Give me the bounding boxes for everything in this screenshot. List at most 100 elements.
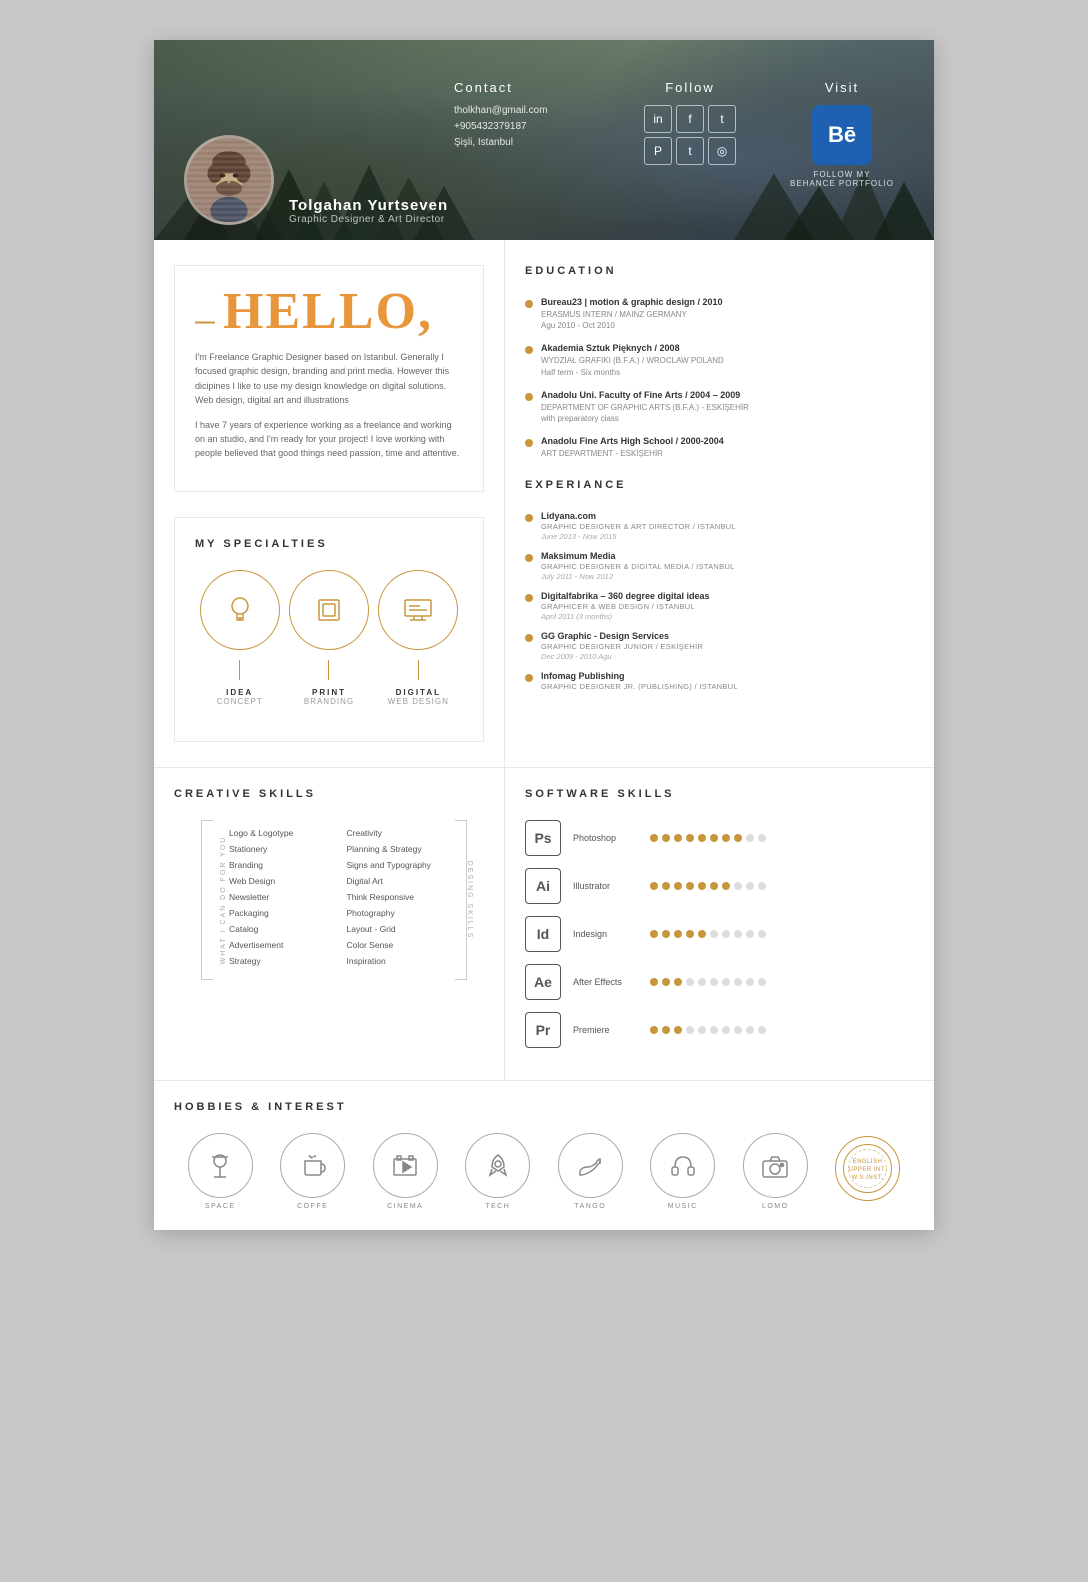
sw-name: Premiere bbox=[573, 1025, 638, 1035]
dot-empty bbox=[686, 978, 694, 986]
pinterest-icon[interactable]: P bbox=[644, 137, 672, 165]
digital-sublabel: WEB DESIGN bbox=[378, 697, 458, 706]
hobby-item: LOMO bbox=[743, 1133, 808, 1210]
digital-label: DIGITAL bbox=[378, 688, 458, 697]
dot-filled bbox=[674, 834, 682, 842]
software-item: Pr Premiere bbox=[525, 1012, 914, 1048]
dot-empty bbox=[746, 834, 754, 842]
sw-icon: Ae bbox=[525, 964, 561, 1000]
experience-item: Infomag Publishing GRAPHIC DESIGNER JR. … bbox=[525, 671, 914, 692]
edu-dot bbox=[525, 300, 533, 308]
facebook-icon[interactable]: f bbox=[676, 105, 704, 133]
hobby-label: SPACE bbox=[188, 1203, 253, 1210]
skill-item: Newsletter bbox=[224, 892, 327, 902]
coffe-icon bbox=[280, 1133, 345, 1198]
experience-item: Maksimum Media GRAPHIC DESIGNER & DIGITA… bbox=[525, 551, 914, 581]
hello-heading: HELLO, bbox=[223, 286, 433, 338]
dot-empty bbox=[758, 978, 766, 986]
dot-filled bbox=[674, 930, 682, 938]
dot-empty bbox=[734, 1026, 742, 1034]
print-circle bbox=[289, 570, 369, 650]
english-circle: ENGLISH UPPER INT. W.S.INST. bbox=[835, 1136, 900, 1201]
cinema-icon bbox=[373, 1133, 438, 1198]
dot-empty bbox=[746, 978, 754, 986]
idea-label: IDEA bbox=[200, 688, 280, 697]
software-skills-section: SOFTWARE SKILLS Ps Photoshop Ai Illustra… bbox=[505, 768, 934, 1080]
digital-circle bbox=[378, 570, 458, 650]
sw-name: Illustrator bbox=[573, 881, 638, 891]
left-column: — HELLO, I'm Freelance Graphic Designer … bbox=[154, 240, 505, 767]
skill-item: Planning & Strategy bbox=[342, 844, 445, 854]
dot-filled bbox=[710, 834, 718, 842]
education-item: Akademia Sztuk Pięknych / 2008 WYDZIAŁ G… bbox=[525, 343, 914, 377]
exp-company: Maksimum Media bbox=[541, 551, 735, 561]
skill-item: Photography bbox=[342, 908, 445, 918]
linkedin-icon[interactable]: in bbox=[644, 105, 672, 133]
edu-date: Agu 2010 - Oct 2010 bbox=[541, 320, 723, 331]
exp-company: Lidyana.com bbox=[541, 511, 736, 521]
dot-empty bbox=[758, 1026, 766, 1034]
software-skills-title: SOFTWARE SKILLS bbox=[525, 788, 914, 800]
contact-email[interactable]: tholkhan@gmail.com bbox=[454, 105, 548, 116]
sw-icon: Ps bbox=[525, 820, 561, 856]
contact-address: Şişli, Istanbul bbox=[454, 137, 548, 148]
dot-filled bbox=[650, 978, 658, 986]
creative-skills-col1: Logo & LogotypeStationeryBrandingWeb Des… bbox=[224, 828, 327, 972]
dot-empty bbox=[698, 978, 706, 986]
instagram-icon[interactable]: ◎ bbox=[708, 137, 736, 165]
dot-empty bbox=[734, 882, 742, 890]
exp-dot bbox=[525, 634, 533, 642]
hobby-label: CINEMA bbox=[373, 1203, 438, 1210]
hello-paragraph2: I have 7 years of experience working as … bbox=[195, 418, 463, 461]
dot-empty bbox=[722, 978, 730, 986]
education-item: Bureau23 | motion & graphic design / 201… bbox=[525, 297, 914, 331]
exp-date: April 2011 (3 months) bbox=[541, 612, 710, 621]
education-item: Anadolu Uni. Faculty of Fine Arts / 2004… bbox=[525, 390, 914, 424]
edu-dot bbox=[525, 439, 533, 447]
print-label: PRINT bbox=[289, 688, 369, 697]
education-list: Bureau23 | motion & graphic design / 201… bbox=[525, 297, 914, 459]
dot-filled bbox=[722, 834, 730, 842]
software-item: Ae After Effects bbox=[525, 964, 914, 1000]
creative-skills-section: CREATIVE SKILLS WHAT I CAN DO FOR YOU Lo… bbox=[154, 768, 505, 1080]
hello-paragraph1: I'm Freelance Graphic Designer based on … bbox=[195, 350, 463, 408]
experience-title: EXPERIANCE bbox=[525, 479, 914, 491]
exp-role: GRAPHIC DESIGNER & ART DIRECTOR / ISTANB… bbox=[541, 522, 736, 531]
lomo-icon bbox=[743, 1133, 808, 1198]
follow-section: Follow in f t P t ◎ bbox=[644, 80, 736, 165]
dot-filled bbox=[650, 930, 658, 938]
specialties-icons-row: IDEA CONCEPT PRINT BRANDING bbox=[195, 570, 463, 706]
experience-item: Digitalfabrika – 360 degree digital idea… bbox=[525, 591, 914, 621]
svg-text:W.S.INST.: W.S.INST. bbox=[852, 1175, 884, 1181]
education-item: Anadolu Fine Arts High School / 2000-200… bbox=[525, 436, 914, 459]
tech-icon bbox=[465, 1133, 530, 1198]
skill-item: Branding bbox=[224, 860, 327, 870]
avatar bbox=[184, 135, 274, 225]
dash-decoration: — bbox=[195, 311, 215, 334]
dot-filled bbox=[686, 882, 694, 890]
follow-label: Follow bbox=[644, 80, 736, 95]
twitter-icon[interactable]: t bbox=[708, 105, 736, 133]
header-info: Tolgahan Yurtseven Graphic Designer & Ar… bbox=[289, 197, 448, 225]
exp-company: Infomag Publishing bbox=[541, 671, 738, 681]
skill-item: Digital Art bbox=[342, 876, 445, 886]
software-item: Ps Photoshop bbox=[525, 820, 914, 856]
hobby-item: COFFE bbox=[280, 1133, 345, 1210]
tumblr-icon[interactable]: t bbox=[676, 137, 704, 165]
sw-name: Photoshop bbox=[573, 833, 638, 843]
software-list: Ps Photoshop Ai Illustrator Id Indesign … bbox=[525, 820, 914, 1048]
resume-document: Tolgahan Yurtseven Graphic Designer & Ar… bbox=[154, 40, 934, 1230]
hello-title-row: — HELLO, bbox=[195, 286, 463, 338]
experience-item: GG Graphic - Design Services GRAPHIC DES… bbox=[525, 631, 914, 661]
hobby-item: ENGLISH UPPER INT. W.S.INST. bbox=[835, 1136, 900, 1206]
dot-filled bbox=[662, 1026, 670, 1034]
behance-icon[interactable]: Bē bbox=[812, 105, 872, 165]
dot-empty bbox=[758, 834, 766, 842]
skill-item: Advertisement bbox=[224, 940, 327, 950]
dot-empty bbox=[710, 1026, 718, 1034]
specialties-section: MY SPECIALTIES IDEA bbox=[174, 517, 484, 742]
person-name: Tolgahan Yurtseven bbox=[289, 197, 448, 214]
hobby-item: TECH bbox=[465, 1133, 530, 1210]
hobbies-title: HOBBIES & INTEREST bbox=[174, 1101, 914, 1113]
dot-filled bbox=[650, 882, 658, 890]
